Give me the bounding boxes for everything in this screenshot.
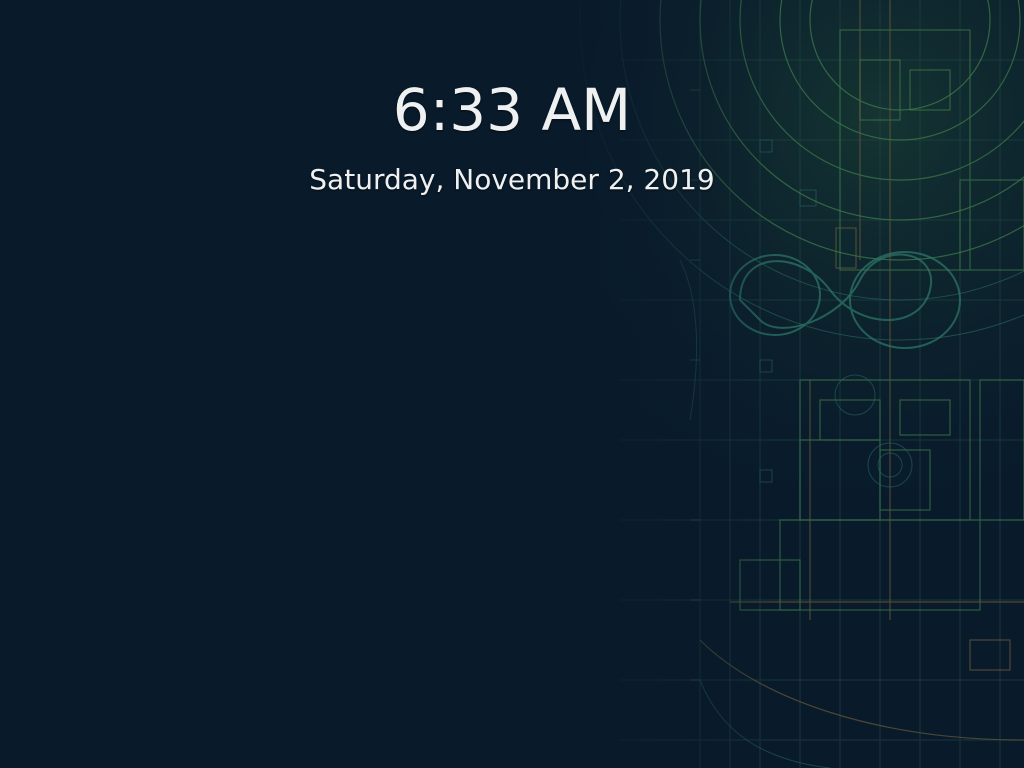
- lock-screen[interactable]: 6:33 AM Saturday, November 2, 2019: [0, 0, 1024, 768]
- lockscreen-time: 6:33 AM: [392, 76, 632, 144]
- clock-panel: 6:33 AM Saturday, November 2, 2019: [0, 74, 1024, 197]
- lockscreen-date: Saturday, November 2, 2019: [309, 163, 715, 196]
